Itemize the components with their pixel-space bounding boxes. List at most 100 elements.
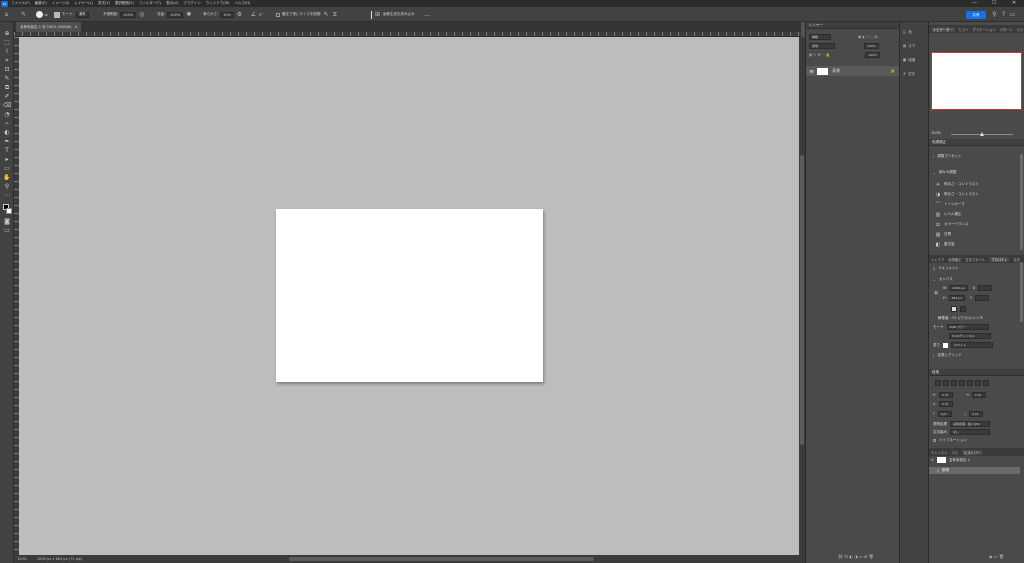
document-canvas[interactable] — [276, 209, 543, 382]
mojikumi-select[interactable]: なし — [950, 429, 990, 435]
smoothing-input[interactable]: 10% — [220, 11, 234, 18]
y-input[interactable] — [975, 295, 990, 301]
tab-adjust[interactable]: 色調補正 — [948, 257, 961, 262]
justify-last-center-icon[interactable] — [967, 380, 973, 386]
tab-properties[interactable]: プロパティ — [989, 256, 1010, 262]
pressure-opacity-icon[interactable]: ◎ — [138, 11, 145, 18]
tab-gradient[interactable]: グラデーション — [973, 27, 996, 32]
status-zoom[interactable]: 100% — [17, 557, 27, 561]
brush-tool-icon[interactable]: ✐ — [3, 93, 11, 100]
navigator-zoom[interactable]: 100% — [931, 131, 941, 135]
eraser-tool-icon[interactable]: ⌫ — [3, 102, 11, 109]
navigator-zoom-knob[interactable] — [980, 132, 984, 136]
symmetry-icon[interactable]: ⧖ — [331, 11, 338, 18]
history-brush-source-icon[interactable]: ✐ — [931, 458, 934, 462]
lock-icons[interactable]: ▦ ✎ ✥ ⬚ 🔒 — [809, 53, 830, 57]
horizontal-scroll-thumb[interactable] — [289, 557, 594, 561]
search-icon[interactable]: ⚲ — [991, 11, 998, 18]
angle-value[interactable]: 0° — [259, 13, 263, 17]
crop-tool-icon[interactable]: ⊡ — [3, 66, 11, 73]
smoothing-settings-icon[interactable]: ⚙ — [236, 11, 243, 18]
zoom-tool-icon[interactable]: ⚲ — [3, 183, 11, 190]
menu-plugins[interactable]: プラグイン — [183, 1, 201, 6]
gradient-tool-icon[interactable]: ⌁ — [3, 120, 11, 127]
brush-panel-icon[interactable] — [54, 11, 60, 18]
space-after-input[interactable]: 0 pt — [969, 411, 984, 417]
close-icon[interactable]: ✕ — [1012, 0, 1016, 6]
close-tab-icon[interactable]: ✕ — [75, 25, 78, 29]
link-dimensions-icon[interactable]: ⛓ — [934, 291, 938, 295]
adjustments-title[interactable]: 色調補正 — [932, 140, 946, 145]
menu-type[interactable]: 書式(Y) — [98, 1, 110, 6]
layer-name[interactable]: 背景 — [832, 68, 840, 74]
color-mode-select[interactable]: RGB カラー — [946, 324, 989, 330]
adjust-item[interactable]: ⚖ カラーバランス — [935, 220, 969, 229]
properties-scrollbar[interactable] — [1020, 262, 1023, 322]
screen-mode-icon[interactable]: ▭ — [3, 227, 11, 234]
hand-tool-icon[interactable]: ✋ — [3, 174, 11, 181]
width-input[interactable]: 1000 px — [949, 285, 968, 291]
brush-tool-icon[interactable]: ✎ — [20, 11, 27, 18]
flow-input[interactable]: 100% — [167, 11, 184, 18]
tab-character[interactable]: 文字 — [1013, 257, 1020, 262]
navigator-thumbnail[interactable] — [931, 52, 1022, 110]
swatches-panel-button[interactable]: ▤ スウ — [903, 41, 915, 51]
layer-fill-input[interactable]: 100% — [865, 52, 880, 58]
pen-tool-icon[interactable]: ✒ — [3, 138, 11, 145]
adjust-item[interactable]: ☀ 明るさ・コントラスト — [935, 180, 979, 189]
justify-last-left-icon[interactable] — [959, 380, 965, 386]
help-icon[interactable]: ? — [1000, 11, 1007, 18]
shape-tool-icon[interactable]: ▭ — [3, 165, 11, 172]
layer-filter-icons[interactable]: ▣ ◐ T ⬚ ▤ — [858, 35, 878, 39]
lasso-tool-icon[interactable]: ⌇ — [3, 48, 11, 55]
menu-filter[interactable]: フィルター(T) — [139, 1, 161, 6]
rulers-grid-row[interactable]: › 定規とグリッド — [933, 353, 962, 358]
tab-history[interactable]: ヒストリー — [961, 449, 983, 455]
adjust-item[interactable]: ◧ 露光量 — [935, 240, 955, 249]
edit-toolbar-icon[interactable]: ⋯ — [3, 192, 11, 199]
paragraph-title[interactable]: 段落 — [932, 370, 939, 375]
layer-opacity-input[interactable]: 100% — [864, 43, 879, 49]
mode-select[interactable]: 通常 — [75, 11, 89, 18]
landscape-icon[interactable] — [960, 306, 966, 312]
history-state-row[interactable]: ▯ 新規 — [929, 467, 1020, 474]
adjust-presets-row[interactable]: › 調整プリセット — [933, 152, 962, 161]
menu-layer[interactable]: レイヤー(L) — [74, 1, 93, 6]
eyedropper-tool-icon[interactable]: ✎ — [3, 75, 11, 82]
blend-mode-select[interactable]: 通常 — [809, 43, 835, 49]
document-tab[interactable]: 名称未設定-1 @ 100% (RGB/8) ✕ — [16, 22, 82, 32]
tab-paths[interactable]: パス — [951, 450, 958, 455]
hyphenate-checkbox[interactable] — [933, 439, 936, 442]
tab-shape[interactable]: シェイプ — [931, 257, 944, 262]
portrait-icon[interactable] — [951, 306, 957, 312]
fill-swatch[interactable] — [943, 342, 948, 348]
adjust-item[interactable]: ▥ レベル補正 — [935, 210, 962, 219]
visibility-eye-icon[interactable]: 👁 — [809, 69, 814, 74]
dodge-tool-icon[interactable]: ◐ — [3, 129, 11, 136]
x-input[interactable] — [978, 285, 993, 291]
quick-mask-icon[interactable]: ◙ — [3, 218, 11, 225]
minimize-icon[interactable]: — — [972, 0, 977, 6]
history-actions[interactable]: ◉ ▭ 🗑 — [989, 554, 1004, 559]
path-select-tool-icon[interactable]: ▸ — [3, 156, 11, 163]
tab-pattern[interactable]: パターン — [1000, 27, 1013, 32]
kinsoku-select[interactable]: 禁則処理 : 強い(JIS) — [950, 421, 990, 427]
background-color-swatch[interactable] — [6, 208, 12, 214]
justify-all-icon[interactable] — [983, 380, 989, 386]
layers-tab[interactable]: レイヤー — [809, 23, 823, 28]
menu-window[interactable]: ウィンドウ(W) — [206, 1, 230, 6]
single-adjust-row[interactable]: ⌄ 個々の調整 — [933, 168, 956, 177]
menu-select[interactable]: 選択範囲(S) — [115, 1, 134, 6]
move-tool-icon[interactable]: ⊕ — [3, 30, 11, 37]
maximize-icon[interactable]: ☐ — [992, 0, 996, 6]
tab-path[interactable]: パス — [1017, 27, 1024, 32]
menu-image[interactable]: イメージ(I) — [52, 1, 70, 6]
history-brush-tool-icon[interactable]: ◔ — [3, 111, 11, 118]
app-logo[interactable]: Ps — [1, 0, 8, 7]
menu-edit[interactable]: 編集(E) — [35, 1, 47, 6]
workspace-icon[interactable]: ▭ — [1009, 11, 1016, 18]
opacity-input[interactable]: 100% — [120, 11, 137, 18]
quick-select-tool-icon[interactable]: ⌖ — [3, 57, 11, 64]
menu-file[interactable]: ファイル(F) — [11, 1, 30, 6]
indent-right-input[interactable]: 0 pt — [971, 392, 986, 398]
